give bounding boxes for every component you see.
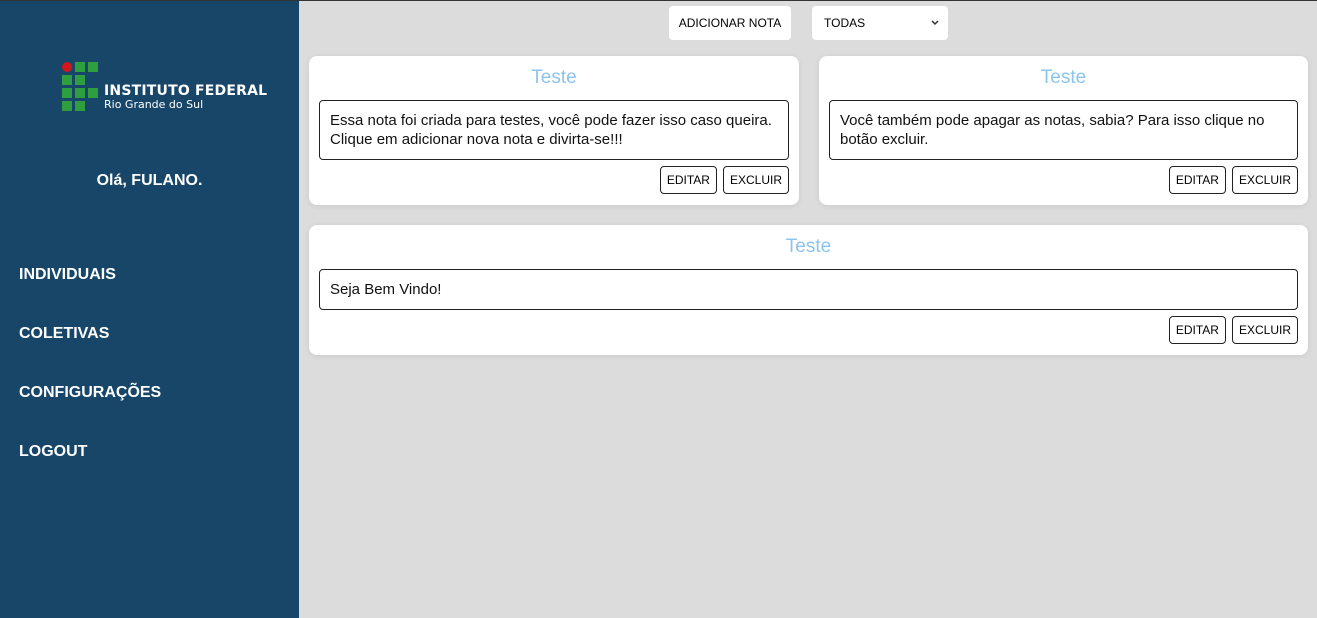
user-greeting: Olá, FULANO. bbox=[96, 172, 203, 189]
nav-item-coletivas[interactable]: COLETIVAS bbox=[19, 324, 161, 383]
edit-button[interactable]: EDITAR bbox=[659, 166, 717, 194]
filter-select[interactable]: TODAS bbox=[812, 6, 948, 40]
logo-title: INSTITUTO FEDERAL bbox=[104, 83, 268, 99]
nav-item-individuais[interactable]: INDIVIDUAIS bbox=[19, 265, 161, 324]
logo-subtitle: Rio Grande do Sul bbox=[104, 98, 204, 111]
note-actions: EDITAR EXCLUIR bbox=[1163, 316, 1298, 344]
note-card: Teste Você também pode apagar as notas, … bbox=[819, 56, 1308, 205]
note-card: Teste Essa nota foi criada para testes, … bbox=[309, 56, 799, 205]
nav-item-configuracoes[interactable]: CONFIGURAÇÕES bbox=[19, 383, 161, 442]
sidebar: INSTITUTO FEDERAL Rio Grande do Sul Olá,… bbox=[0, 1, 299, 618]
note-body: Você também pode apagar as notas, sabia?… bbox=[829, 100, 1298, 160]
delete-button[interactable]: EXCLUIR bbox=[1231, 316, 1298, 344]
logo-text: INSTITUTO FEDERAL Rio Grande do Sul bbox=[104, 84, 267, 111]
main-content: ADICIONAR NOTA TODAS Teste Essa nota foi… bbox=[299, 1, 1317, 618]
note-body: Seja Bem Vindo! bbox=[319, 269, 1298, 310]
edit-button[interactable]: EDITAR bbox=[1168, 166, 1226, 194]
note-title: Teste bbox=[531, 67, 577, 88]
institute-logo: INSTITUTO FEDERAL Rio Grande do Sul bbox=[62, 62, 267, 114]
note-card: Teste Seja Bem Vindo! EDITAR EXCLUIR bbox=[309, 225, 1308, 355]
note-actions: EDITAR EXCLUIR bbox=[654, 166, 789, 194]
note-title: Teste bbox=[785, 236, 832, 257]
delete-button[interactable]: EXCLUIR bbox=[1231, 166, 1298, 194]
sidebar-nav: INDIVIDUAIS COLETIVAS CONFIGURAÇÕES LOGO… bbox=[19, 265, 161, 501]
note-actions: EDITAR EXCLUIR bbox=[1163, 166, 1298, 194]
note-body: Essa nota foi criada para testes, você p… bbox=[319, 100, 789, 160]
nav-item-logout[interactable]: LOGOUT bbox=[19, 442, 161, 501]
note-title: Teste bbox=[1040, 67, 1087, 88]
delete-button[interactable]: EXCLUIR bbox=[722, 166, 789, 194]
logo-mark-icon bbox=[62, 62, 100, 112]
edit-button[interactable]: EDITAR bbox=[1168, 316, 1226, 344]
add-note-button[interactable]: ADICIONAR NOTA bbox=[669, 6, 791, 40]
filter-select-value: TODAS bbox=[824, 16, 866, 30]
chevron-down-icon bbox=[930, 6, 940, 54]
